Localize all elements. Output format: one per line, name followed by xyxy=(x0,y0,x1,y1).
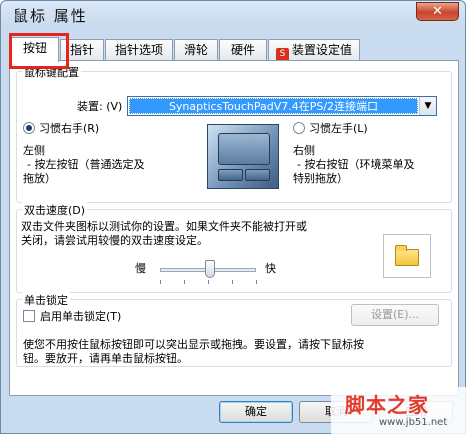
right-hand-radio[interactable]: 习惯右手(R) xyxy=(23,120,99,136)
right-hand-label: 习惯右手(R) xyxy=(39,122,100,135)
tab-device-settings-label: 装置设定值 xyxy=(291,43,352,57)
checkbox-icon[interactable] xyxy=(23,310,35,322)
touchpad-right-button xyxy=(245,169,270,181)
tab-strip: 按钮 指针 指针选项 滑轮 硬件 S 装置设定值 xyxy=(9,37,459,62)
buttons-tab-panel: 鼠标键配置 装置: (V) SynapticsTouchPadV7.4在PS/2… xyxy=(9,60,459,396)
tab-wheel[interactable]: 滑轮 xyxy=(174,39,218,61)
speed-slider-thumb[interactable] xyxy=(204,260,215,278)
double-click-title: 双击速度(D) xyxy=(22,202,88,218)
left-hand-radio[interactable]: 习惯左手(L) xyxy=(293,120,368,136)
title-bar[interactable]: 鼠标 属性 ✕ xyxy=(1,1,465,29)
double-click-group: 双击速度(D) 双击文件夹图标以测试你的设置。如果文件夹不能被打开或 关闭，请尝… xyxy=(16,202,452,293)
touchpad-surface xyxy=(218,133,270,165)
chevron-down-icon[interactable]: ▼ xyxy=(419,97,436,115)
click-lock-desc-2: 钮。要放开，请再单击鼠标按钮。 xyxy=(23,352,188,365)
device-label: 装置: (V) xyxy=(77,100,123,113)
test-folder-area[interactable] xyxy=(383,234,431,278)
click-lock-checkbox[interactable]: 启用单击锁定(T) xyxy=(23,308,121,324)
click-lock-settings-button[interactable]: 设置(E)... xyxy=(351,304,439,326)
radio-selected-icon[interactable] xyxy=(23,122,35,134)
highlight-annotation xyxy=(9,33,69,69)
device-select-value: SynapticsTouchPadV7.4在PS/2连接端口 xyxy=(129,98,418,114)
close-button[interactable]: ✕ xyxy=(416,2,459,21)
site-watermark: 脚本之家 www.jb51.net xyxy=(331,387,466,435)
radio-unselected-icon[interactable] xyxy=(293,122,305,134)
watermark-url: www.jb51.net xyxy=(379,417,448,428)
ok-button[interactable]: 确定 xyxy=(219,401,293,423)
watermark-main: 脚本之家 xyxy=(345,393,429,417)
fast-label: 快 xyxy=(265,262,276,275)
button-config-group: 鼠标键配置 装置: (V) SynapticsTouchPadV7.4在PS/2… xyxy=(16,64,452,203)
tab-device-settings[interactable]: S 装置设定值 xyxy=(268,39,360,61)
left-hand-label: 习惯左手(L) xyxy=(309,122,368,135)
slider-tick xyxy=(256,280,257,284)
slow-label: 慢 xyxy=(135,262,146,275)
window-title: 鼠标 属性 xyxy=(13,7,88,25)
left-side-desc-2: 拖放） xyxy=(23,172,56,185)
device-select[interactable]: SynapticsTouchPadV7.4在PS/2连接端口 ▼ xyxy=(127,96,437,116)
tab-hardware[interactable]: 硬件 xyxy=(219,39,267,61)
slider-tick xyxy=(184,280,185,284)
slider-tick xyxy=(208,280,209,284)
slider-tick xyxy=(160,280,161,284)
folder-icon[interactable] xyxy=(395,245,419,266)
click-lock-group: 单击锁定 启用单击锁定(T) 设置(E)... 使您不用按住鼠标按钮即可以突出显… xyxy=(16,292,452,367)
right-side-desc-2: 特别拖放） xyxy=(293,172,348,185)
touchpad-left-button xyxy=(218,169,243,181)
tab-pointer-options[interactable]: 指针选项 xyxy=(105,39,173,61)
touchpad-icon xyxy=(207,124,279,189)
double-click-desc-2: 关闭，请尝试用较慢的双击速度设定。 xyxy=(21,234,208,247)
click-lock-title: 单击锁定 xyxy=(22,292,70,308)
mouse-properties-window: 鼠标 属性 ✕ 按钮 指针 指针选项 滑轮 硬件 S 装置设定值 鼠标键配置 装置… xyxy=(0,0,466,435)
slider-tick xyxy=(232,280,233,284)
click-lock-label: 启用单击锁定(T) xyxy=(40,310,122,323)
